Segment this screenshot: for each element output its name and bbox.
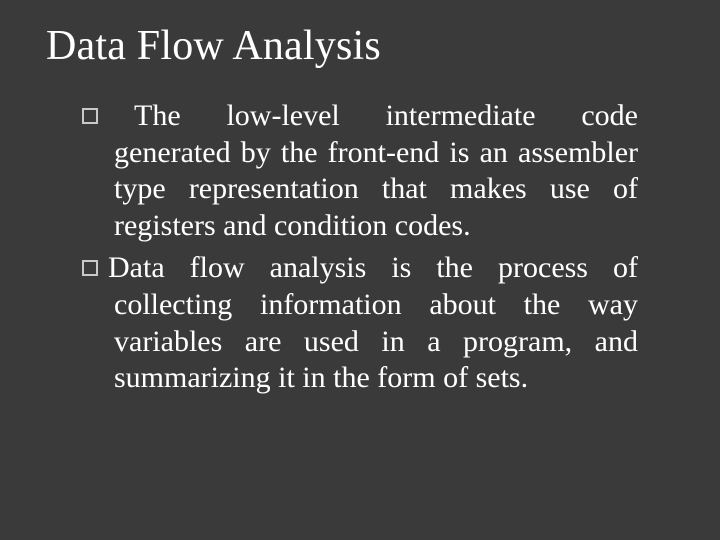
square-bullet-icon [82,260,98,276]
list-item: Data flow analysis is the process of col… [82,250,638,396]
square-bullet-icon [82,108,98,124]
bullet-text: Data flow analysis is the process of col… [108,251,638,394]
slide: Data Flow Analysis The low-level interme… [0,0,720,540]
slide-body: The low-level intermediate code generate… [46,98,674,397]
bullet-text: The low-level intermediate code generate… [114,99,638,242]
slide-title: Data Flow Analysis [46,22,674,70]
list-item: The low-level intermediate code generate… [82,98,638,244]
